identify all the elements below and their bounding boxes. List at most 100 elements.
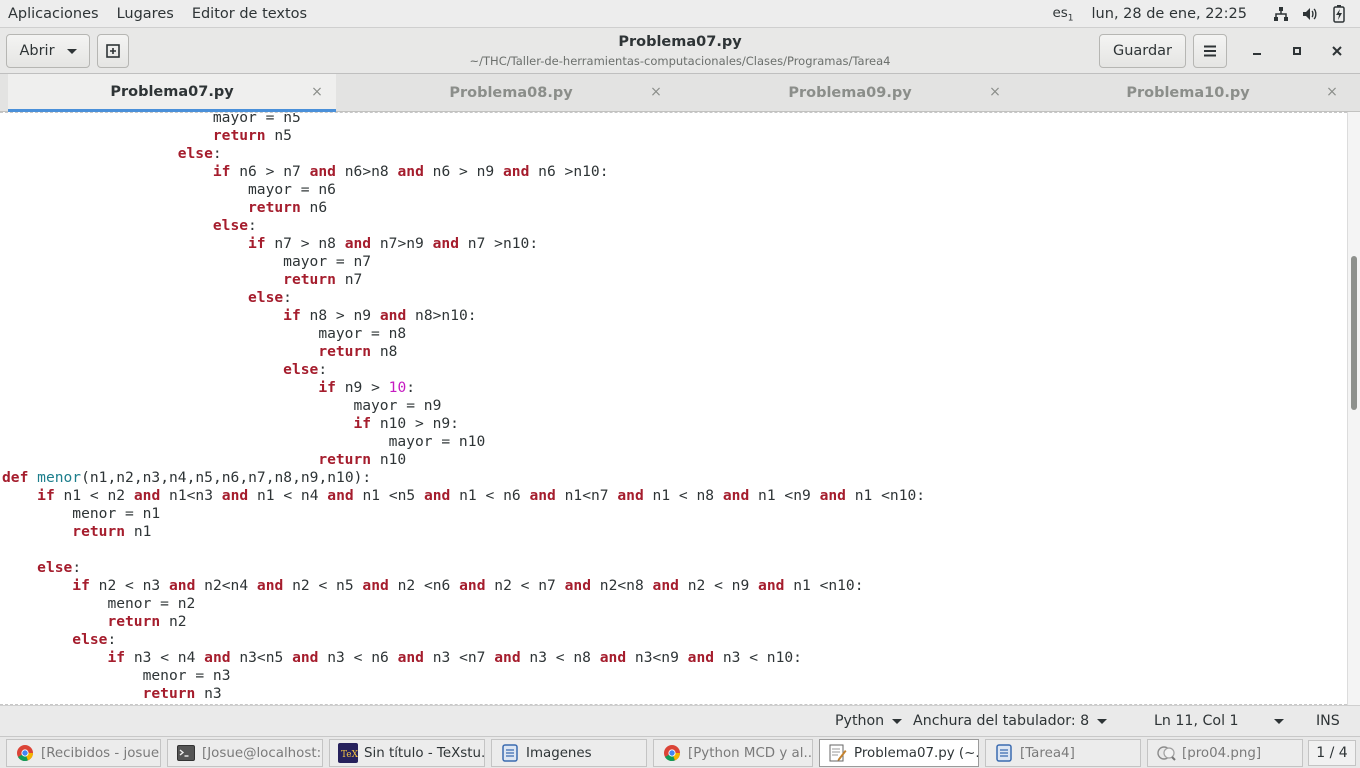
code-line[interactable]: menor = n2 bbox=[2, 595, 925, 613]
code-line[interactable]: if n1 < n2 and n1<n3 and n1 < n4 and n1 … bbox=[2, 487, 925, 505]
code-line[interactable]: if n8 > n9 and n8>n10: bbox=[2, 307, 925, 325]
code-line[interactable]: return n7 bbox=[2, 271, 925, 289]
image-viewer-icon bbox=[1156, 743, 1176, 763]
hamburger-menu-button[interactable] bbox=[1193, 34, 1227, 68]
tab-problema07[interactable]: Problema07.py bbox=[8, 74, 336, 112]
clock[interactable]: lun, 28 de ene, 22:25 bbox=[1092, 6, 1247, 22]
code-line[interactable]: mayor = n8 bbox=[2, 325, 925, 343]
code-line[interactable]: if n2 < n3 and n2<n4 and n2 < n5 and n2 … bbox=[2, 577, 925, 595]
new-document-button[interactable] bbox=[97, 34, 129, 68]
cursor-position-label: Ln 11, Col 1 bbox=[1154, 713, 1239, 729]
taskbar-item[interactable]: [Recibidos - josue... bbox=[6, 739, 161, 767]
tab-close-icon[interactable]: × bbox=[649, 84, 663, 100]
open-button-label: Abrir bbox=[19, 43, 55, 59]
keyboard-layout-indicator[interactable]: es1 bbox=[1052, 5, 1073, 24]
code-line[interactable]: menor = n3 bbox=[2, 667, 925, 685]
taskbar-item-label: [Josue@localhost:... bbox=[202, 745, 323, 761]
code-line[interactable]: return n2 bbox=[2, 613, 925, 631]
code-line[interactable]: if n10 > n9: bbox=[2, 415, 925, 433]
code-line[interactable]: menor = n1 bbox=[2, 505, 925, 523]
taskbar-item-label: [Recibidos - josue... bbox=[41, 745, 161, 761]
code-line[interactable]: mayor = n6 bbox=[2, 181, 925, 199]
chevron-down-icon bbox=[66, 48, 77, 54]
top-bar: Aplicaciones Lugares Editor de textos es… bbox=[0, 0, 1360, 28]
taskbar-item[interactable]: Imagenes bbox=[491, 739, 647, 767]
header-bar: Abrir Problema07.py ~/THC/Taller-de-herr… bbox=[0, 28, 1360, 74]
code-line[interactable]: return n8 bbox=[2, 343, 925, 361]
code-line[interactable]: else: bbox=[2, 631, 925, 649]
tab-label: Problema09.py bbox=[788, 85, 912, 101]
code-line[interactable]: mayor = n5 bbox=[2, 113, 925, 127]
tab-width-selector[interactable]: Anchura del tabulador: 8 bbox=[913, 713, 1108, 729]
code-line[interactable]: return n3 bbox=[2, 685, 925, 703]
scrollbar-thumb[interactable] bbox=[1351, 256, 1357, 410]
network-icon[interactable] bbox=[1273, 6, 1289, 22]
maximize-icon bbox=[1293, 47, 1301, 55]
tab-close-icon[interactable]: × bbox=[1325, 84, 1339, 100]
tab-close-icon[interactable]: × bbox=[310, 84, 324, 100]
battery-icon[interactable] bbox=[1331, 5, 1347, 23]
tab-width-label: Anchura del tabulador: 8 bbox=[913, 713, 1090, 729]
code-line[interactable]: mayor = n10 bbox=[2, 433, 925, 451]
taskbar-item[interactable]: [pro04.png] bbox=[1147, 739, 1303, 767]
keyboard-layout-label: es bbox=[1052, 4, 1068, 21]
tab-problema08[interactable]: Problema08.py bbox=[342, 74, 680, 112]
tab-problema09[interactable]: Problema09.py bbox=[680, 74, 1020, 112]
code-line[interactable]: if n3 < n4 and n3<n5 and n3 < n6 and n3 … bbox=[2, 649, 925, 667]
code-line[interactable]: mayor = n7 bbox=[2, 253, 925, 271]
insert-mode-indicator[interactable]: INS bbox=[1316, 713, 1340, 729]
volume-icon[interactable] bbox=[1302, 6, 1318, 22]
taskbar-item-label: [pro04.png] bbox=[1182, 745, 1262, 761]
taskbar-item[interactable]: Problema07.py (~... bbox=[819, 739, 979, 767]
chevron-down-icon bbox=[1274, 718, 1284, 724]
taskbar-item[interactable]: [Josue@localhost:... bbox=[167, 739, 323, 767]
status-bar: Python Anchura del tabulador: 8 Ln 11, C… bbox=[0, 705, 1360, 736]
new-document-icon bbox=[106, 44, 120, 58]
tab-problema10[interactable]: Problema10.py bbox=[1020, 74, 1356, 112]
code-line[interactable]: return n5 bbox=[2, 127, 925, 145]
open-button[interactable]: Abrir bbox=[6, 34, 90, 68]
close-icon bbox=[1332, 46, 1342, 56]
terminal-icon bbox=[176, 743, 196, 763]
code-editor[interactable]: mayor = n5 return n5 else: if n6 > n7 an… bbox=[0, 112, 1347, 705]
menu-applications[interactable]: Aplicaciones bbox=[0, 6, 108, 22]
menu-places[interactable]: Lugares bbox=[108, 6, 183, 22]
code-line[interactable]: return n10 bbox=[2, 451, 925, 469]
taskbar-item[interactable]: [Python MCD y al... bbox=[653, 739, 813, 767]
vertical-scrollbar[interactable] bbox=[1347, 112, 1360, 705]
chrome-icon bbox=[662, 743, 682, 763]
code-line[interactable]: else: bbox=[2, 145, 925, 163]
close-window-button[interactable] bbox=[1325, 39, 1349, 63]
code-line[interactable]: if n9 > 10: bbox=[2, 379, 925, 397]
workspace-switcher[interactable]: 1 / 4 bbox=[1308, 740, 1356, 766]
code-line[interactable] bbox=[2, 541, 925, 559]
system-tray: es1 lun, 28 de ene, 22:25 bbox=[1052, 0, 1360, 28]
taskbar-item[interactable]: [Tarea4] bbox=[985, 739, 1141, 767]
tab-close-icon[interactable]: × bbox=[988, 84, 1002, 100]
code-line[interactable]: return n6 bbox=[2, 199, 925, 217]
taskbar: [Recibidos - josue... [Josue@localhost:..… bbox=[0, 736, 1360, 768]
code-line[interactable]: return n1 bbox=[2, 523, 925, 541]
code-line[interactable]: if n6 > n7 and n6>n8 and n6 > n9 and n6 … bbox=[2, 163, 925, 181]
chevron-down-icon bbox=[892, 718, 903, 724]
cursor-position-selector[interactable]: Ln 11, Col 1 bbox=[1154, 713, 1284, 729]
taskbar-item[interactable]: TeX Sin título - TeXstu... bbox=[329, 739, 485, 767]
minimize-button[interactable] bbox=[1245, 39, 1269, 63]
keyboard-layout-index: 1 bbox=[1067, 13, 1074, 24]
taskbar-item-label: Sin título - TeXstu... bbox=[364, 745, 485, 761]
taskbar-item-label: Problema07.py (~... bbox=[854, 745, 979, 761]
language-selector[interactable]: Python bbox=[835, 713, 903, 729]
menu-text-editor[interactable]: Editor de textos bbox=[183, 6, 316, 22]
language-label: Python bbox=[835, 713, 885, 729]
code-line[interactable]: def menor(n1,n2,n3,n4,n5,n6,n7,n8,n9,n10… bbox=[2, 469, 925, 487]
minimize-icon bbox=[1253, 53, 1261, 55]
save-button[interactable]: Guardar bbox=[1099, 34, 1186, 68]
code-content[interactable]: mayor = n5 return n5 else: if n6 > n7 an… bbox=[2, 113, 925, 705]
code-line[interactable]: if n7 > n8 and n7>n9 and n7 >n10: bbox=[2, 235, 925, 253]
code-line[interactable]: else: bbox=[2, 361, 925, 379]
code-line[interactable]: else: bbox=[2, 289, 925, 307]
code-line[interactable]: mayor = n9 bbox=[2, 397, 925, 415]
code-line[interactable]: else: bbox=[2, 559, 925, 577]
maximize-button[interactable] bbox=[1285, 39, 1309, 63]
code-line[interactable]: else: bbox=[2, 217, 925, 235]
